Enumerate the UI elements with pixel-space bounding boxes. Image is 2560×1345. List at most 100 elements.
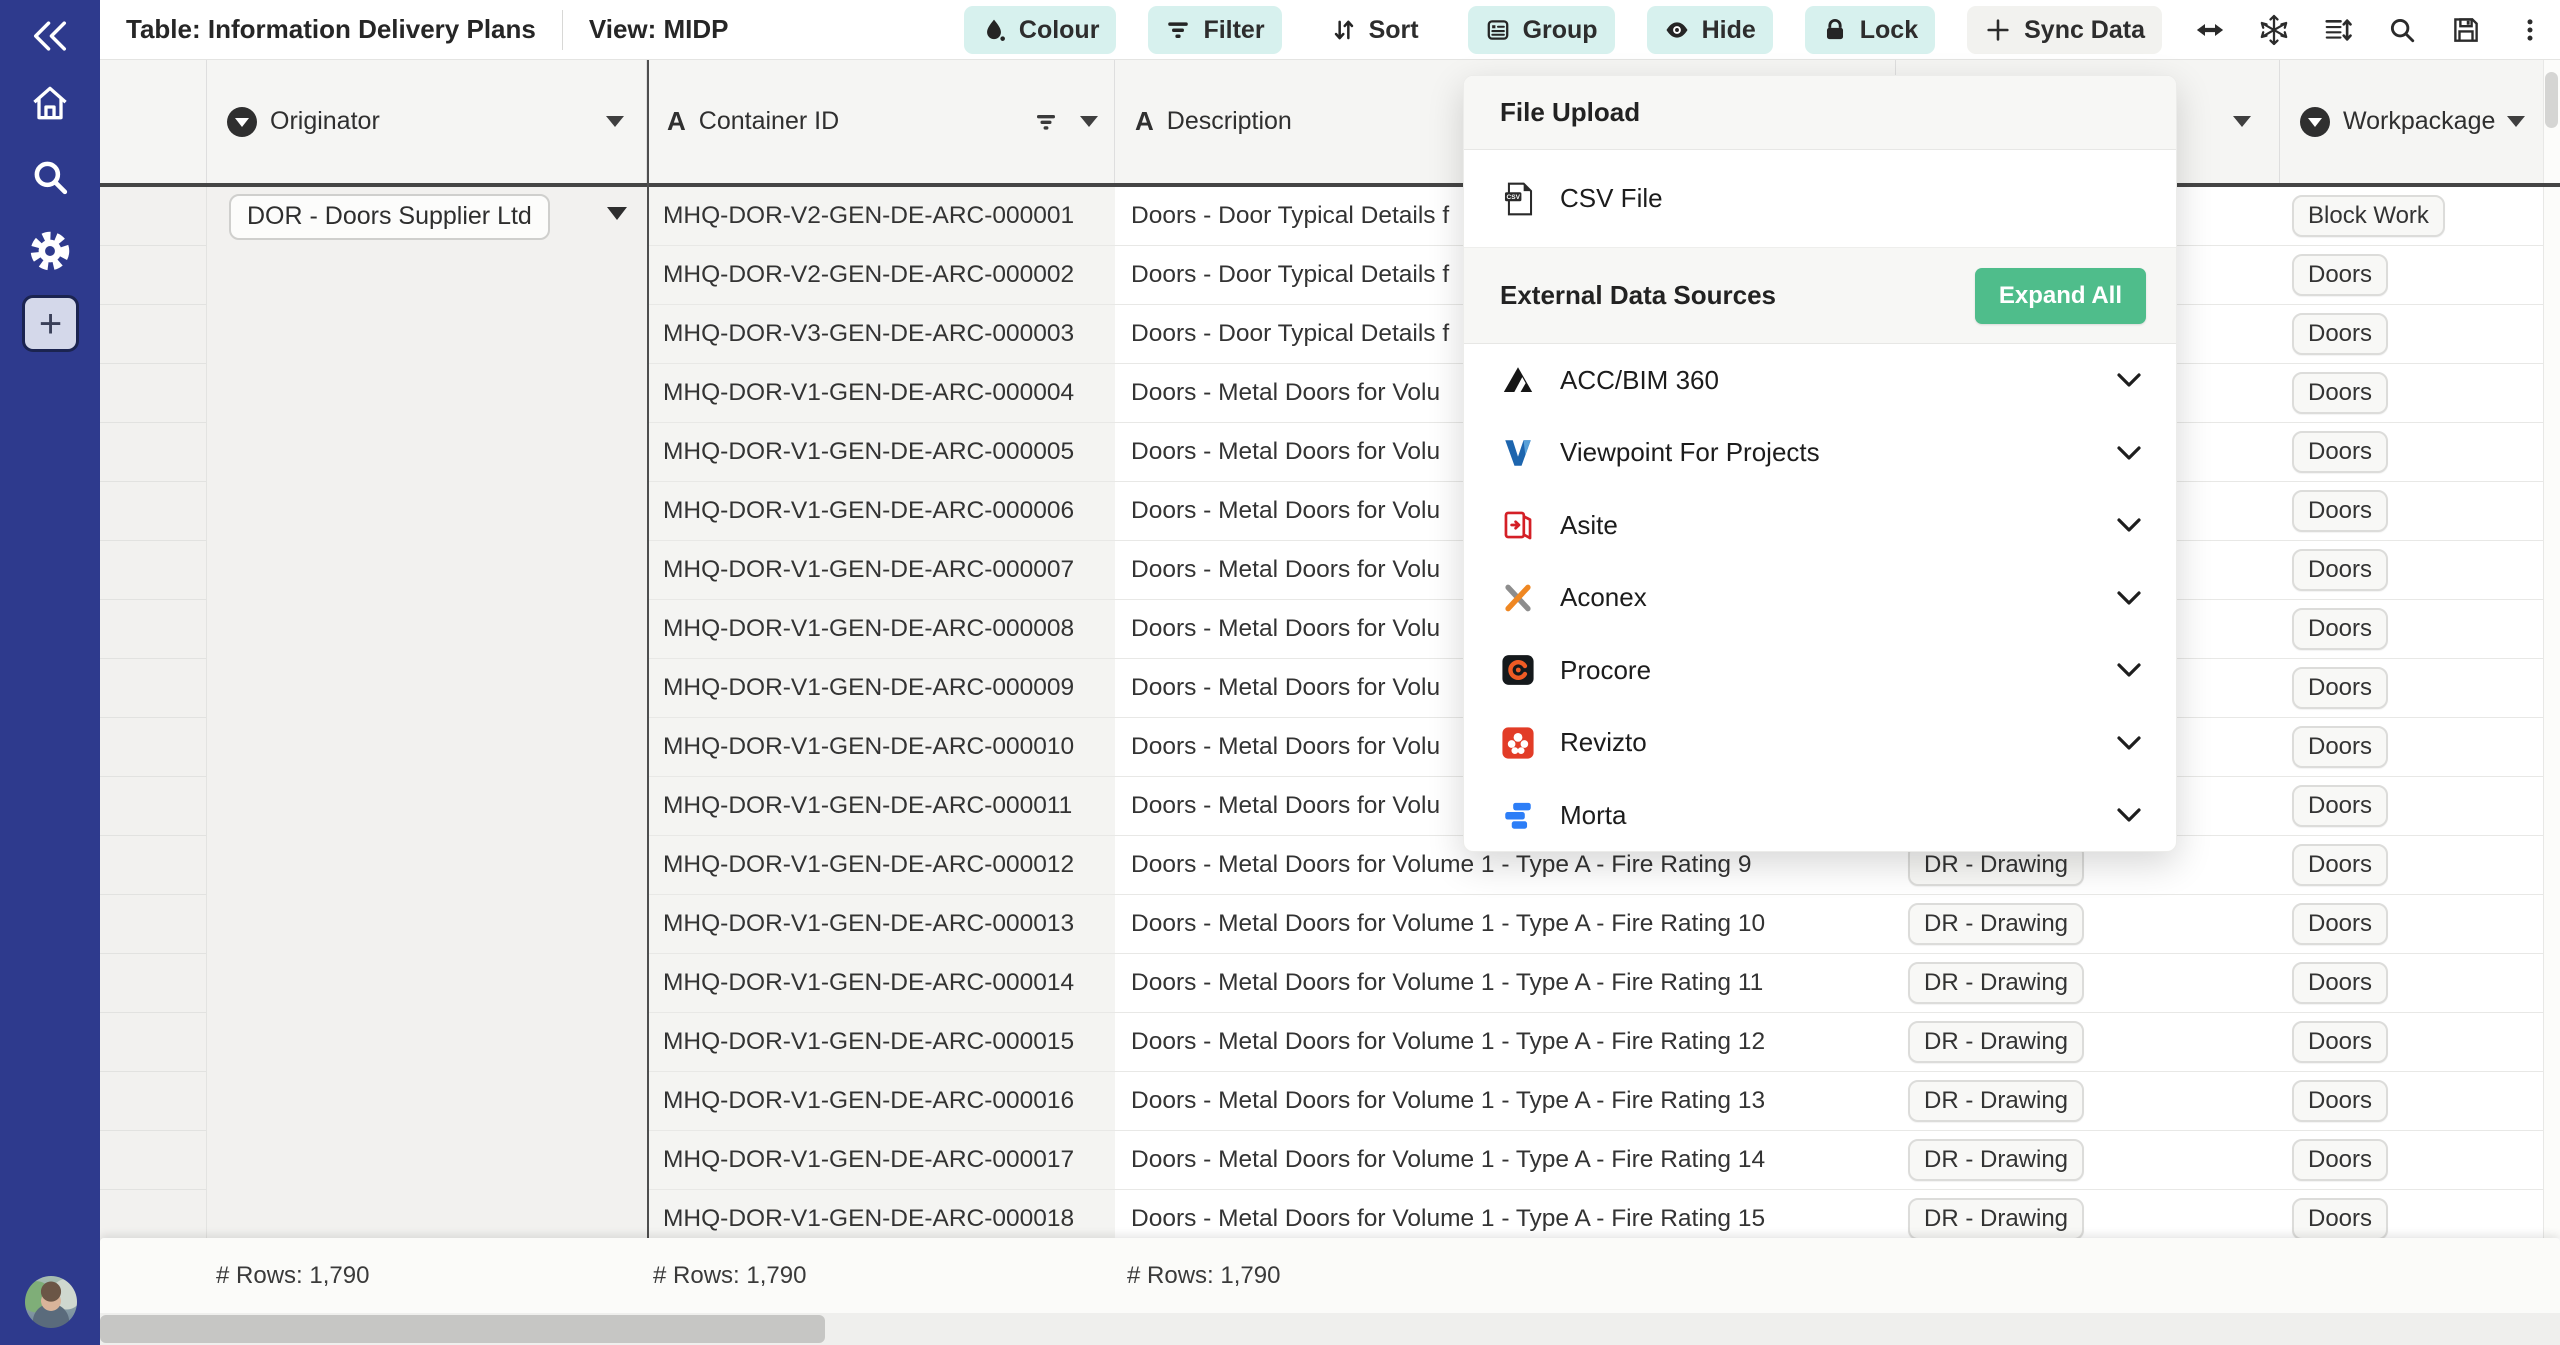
table-row[interactable]: MHQ-DOR-V1-GEN-DE-ARC-000013 Doors - Met… [100,895,2560,954]
cell-workpackage[interactable]: Block Work [2280,187,2543,246]
workpackage-chip[interactable]: Block Work [2292,195,2445,237]
table-row[interactable]: MHQ-DOR-V1-GEN-DE-ARC-000011 Doors - Met… [100,777,2560,836]
workpackage-chip[interactable]: Doors [2292,254,2388,296]
cell-workpackage[interactable]: Doors [2280,895,2543,954]
sort-button[interactable]: Sort [1314,6,1436,54]
cell-container-id[interactable]: MHQ-DOR-V1-GEN-DE-ARC-000010 [647,718,1115,777]
data-source-item[interactable]: Revizto [1464,707,2176,780]
cell-workpackage[interactable]: Doors [2280,659,2543,718]
workpackage-chip[interactable]: Doors [2292,962,2388,1004]
csv-file-item[interactable]: CSV CSV File [1464,150,2176,248]
cell-container-id[interactable]: MHQ-DOR-V1-GEN-DE-ARC-000017 [647,1131,1115,1190]
table-row[interactable]: MHQ-DOR-V1-GEN-DE-ARC-000005 Doors - Met… [100,423,2560,482]
cell-container-id[interactable]: MHQ-DOR-V1-GEN-DE-ARC-000012 [647,836,1115,895]
cell-container-id[interactable]: MHQ-DOR-V1-GEN-DE-ARC-000013 [647,895,1115,954]
cell-workpackage[interactable]: Doors [2280,541,2543,600]
user-avatar[interactable] [25,1276,77,1328]
workpackage-chip[interactable]: Doors [2292,1139,2388,1181]
cell-container-id[interactable]: MHQ-DOR-V3-GEN-DE-ARC-000003 [647,305,1115,364]
workpackage-chip[interactable]: Doors [2292,490,2388,532]
search-icon[interactable] [0,152,100,202]
table-row[interactable]: MHQ-DOR-V1-GEN-DE-ARC-000006 Doors - Met… [100,482,2560,541]
workpackage-chip[interactable]: Doors [2292,903,2388,945]
chevron-down-icon[interactable] [2116,589,2142,606]
cell-workpackage[interactable]: Doors [2280,1013,2543,1072]
cell-container-id[interactable]: MHQ-DOR-V1-GEN-DE-ARC-000006 [647,482,1115,541]
data-source-item[interactable]: Viewpoint For Projects [1464,417,2176,490]
freeze-icon[interactable] [2258,14,2290,46]
column-header-container-id[interactable]: A Container ID [647,60,1115,183]
table-row[interactable]: MHQ-DOR-V1-GEN-DE-ARC-000010 Doors - Met… [100,718,2560,777]
home-icon[interactable] [0,78,100,128]
table-row[interactable]: MHQ-DOR-V2-GEN-DE-ARC-000001 Doors - Doo… [100,187,2560,246]
table-row[interactable]: MHQ-DOR-V2-GEN-DE-ARC-000002 Doors - Doo… [100,246,2560,305]
column-menu-caret-icon[interactable] [606,116,624,127]
cell-workpackage[interactable]: Doors [2280,1072,2543,1131]
workpackage-chip[interactable]: Doors [2292,726,2388,768]
cell-workpackage[interactable]: Doors [2280,777,2543,836]
cell-description[interactable]: Doors - Metal Doors for Volume 1 - Type … [1115,895,1896,954]
table-row[interactable]: MHQ-DOR-V1-GEN-DE-ARC-000015 Doors - Met… [100,1013,2560,1072]
column-menu-caret-icon[interactable] [2233,116,2251,127]
cell-workpackage[interactable]: Doors [2280,1131,2543,1190]
column-header-workpackage[interactable]: Workpackage [2280,60,2543,183]
chevron-down-icon[interactable] [2116,734,2142,751]
cell-container-id[interactable]: MHQ-DOR-V1-GEN-DE-ARC-000007 [647,541,1115,600]
table-row[interactable]: MHQ-DOR-V1-GEN-DE-ARC-000017 Doors - Met… [100,1131,2560,1190]
search-icon[interactable] [2386,14,2418,46]
cell-container-id[interactable]: MHQ-DOR-V1-GEN-DE-ARC-000005 [647,423,1115,482]
data-source-item[interactable]: ACC/BIM 360 [1464,344,2176,417]
document-type-chip[interactable]: DR - Drawing [1908,903,2084,945]
cell-workpackage[interactable]: Doors [2280,836,2543,895]
cell-description[interactable]: Doors - Metal Doors for Volume 1 - Type … [1115,954,1896,1013]
table-row[interactable]: MHQ-DOR-V1-GEN-DE-ARC-000009 Doors - Met… [100,659,2560,718]
vertical-scrollbar-thumb[interactable] [2545,72,2558,128]
cell-workpackage[interactable]: Doors [2280,600,2543,659]
column-menu-caret-icon[interactable] [2507,116,2525,127]
collapse-sidebar-icon[interactable] [0,12,100,60]
document-type-chip[interactable]: DR - Drawing [1908,1021,2084,1063]
workpackage-chip[interactable]: Doors [2292,785,2388,827]
workpackage-chip[interactable]: Doors [2292,608,2388,650]
cell-workpackage[interactable]: Doors [2280,482,2543,541]
workpackage-chip[interactable]: Doors [2292,667,2388,709]
chevron-down-icon[interactable] [2116,517,2142,534]
column-header-originator[interactable]: Originator [207,60,647,183]
expand-all-button[interactable]: Expand All [1975,268,2146,324]
filter-button[interactable]: Filter [1148,6,1281,54]
column-width-icon[interactable] [2194,14,2226,46]
row-height-icon[interactable] [2322,14,2354,46]
table-row[interactable]: MHQ-DOR-V1-GEN-DE-ARC-000007 Doors - Met… [100,541,2560,600]
table-row[interactable]: MHQ-DOR-V1-GEN-DE-ARC-000008 Doors - Met… [100,600,2560,659]
cell-container-id[interactable]: MHQ-DOR-V1-GEN-DE-ARC-000008 [647,600,1115,659]
workpackage-chip[interactable]: Doors [2292,313,2388,355]
chevron-down-icon[interactable] [2116,372,2142,389]
cell-workpackage[interactable]: Doors [2280,423,2543,482]
horizontal-scrollbar[interactable] [100,1313,2560,1345]
cell-workpackage[interactable]: Doors [2280,718,2543,777]
more-options-icon[interactable] [2514,14,2546,46]
cell-document-type[interactable]: DR - Drawing [1896,954,2280,1013]
workpackage-chip[interactable]: Doors [2292,1021,2388,1063]
cell-container-id[interactable]: MHQ-DOR-V2-GEN-DE-ARC-000001 [647,187,1115,246]
table-row[interactable]: MHQ-DOR-V1-GEN-DE-ARC-000016 Doors - Met… [100,1072,2560,1131]
document-type-chip[interactable]: DR - Drawing [1908,1080,2084,1122]
column-menu-caret-icon[interactable] [1080,116,1098,127]
cell-container-id[interactable]: MHQ-DOR-V1-GEN-DE-ARC-000014 [647,954,1115,1013]
cell-description[interactable]: Doors - Metal Doors for Volume 1 - Type … [1115,1072,1896,1131]
sync-data-button[interactable]: Sync Data [1967,6,2162,54]
data-source-item[interactable]: Asite [1464,489,2176,562]
cell-container-id[interactable]: MHQ-DOR-V1-GEN-DE-ARC-000015 [647,1013,1115,1072]
add-button[interactable]: + [22,295,79,352]
settings-gear-icon[interactable] [0,226,100,276]
document-type-chip[interactable]: DR - Drawing [1908,962,2084,1004]
table-row[interactable]: MHQ-DOR-V1-GEN-DE-ARC-000004 Doors - Met… [100,364,2560,423]
workpackage-chip[interactable]: Doors [2292,549,2388,591]
colour-button[interactable]: Colour [964,6,1117,54]
cell-workpackage[interactable]: Doors [2280,364,2543,423]
cell-description[interactable]: Doors - Metal Doors for Volume 1 - Type … [1115,1131,1896,1190]
hide-button[interactable]: Hide [1647,6,1773,54]
workpackage-chip[interactable]: Doors [2292,431,2388,473]
save-icon[interactable] [2450,14,2482,46]
chevron-down-icon[interactable] [2116,662,2142,679]
